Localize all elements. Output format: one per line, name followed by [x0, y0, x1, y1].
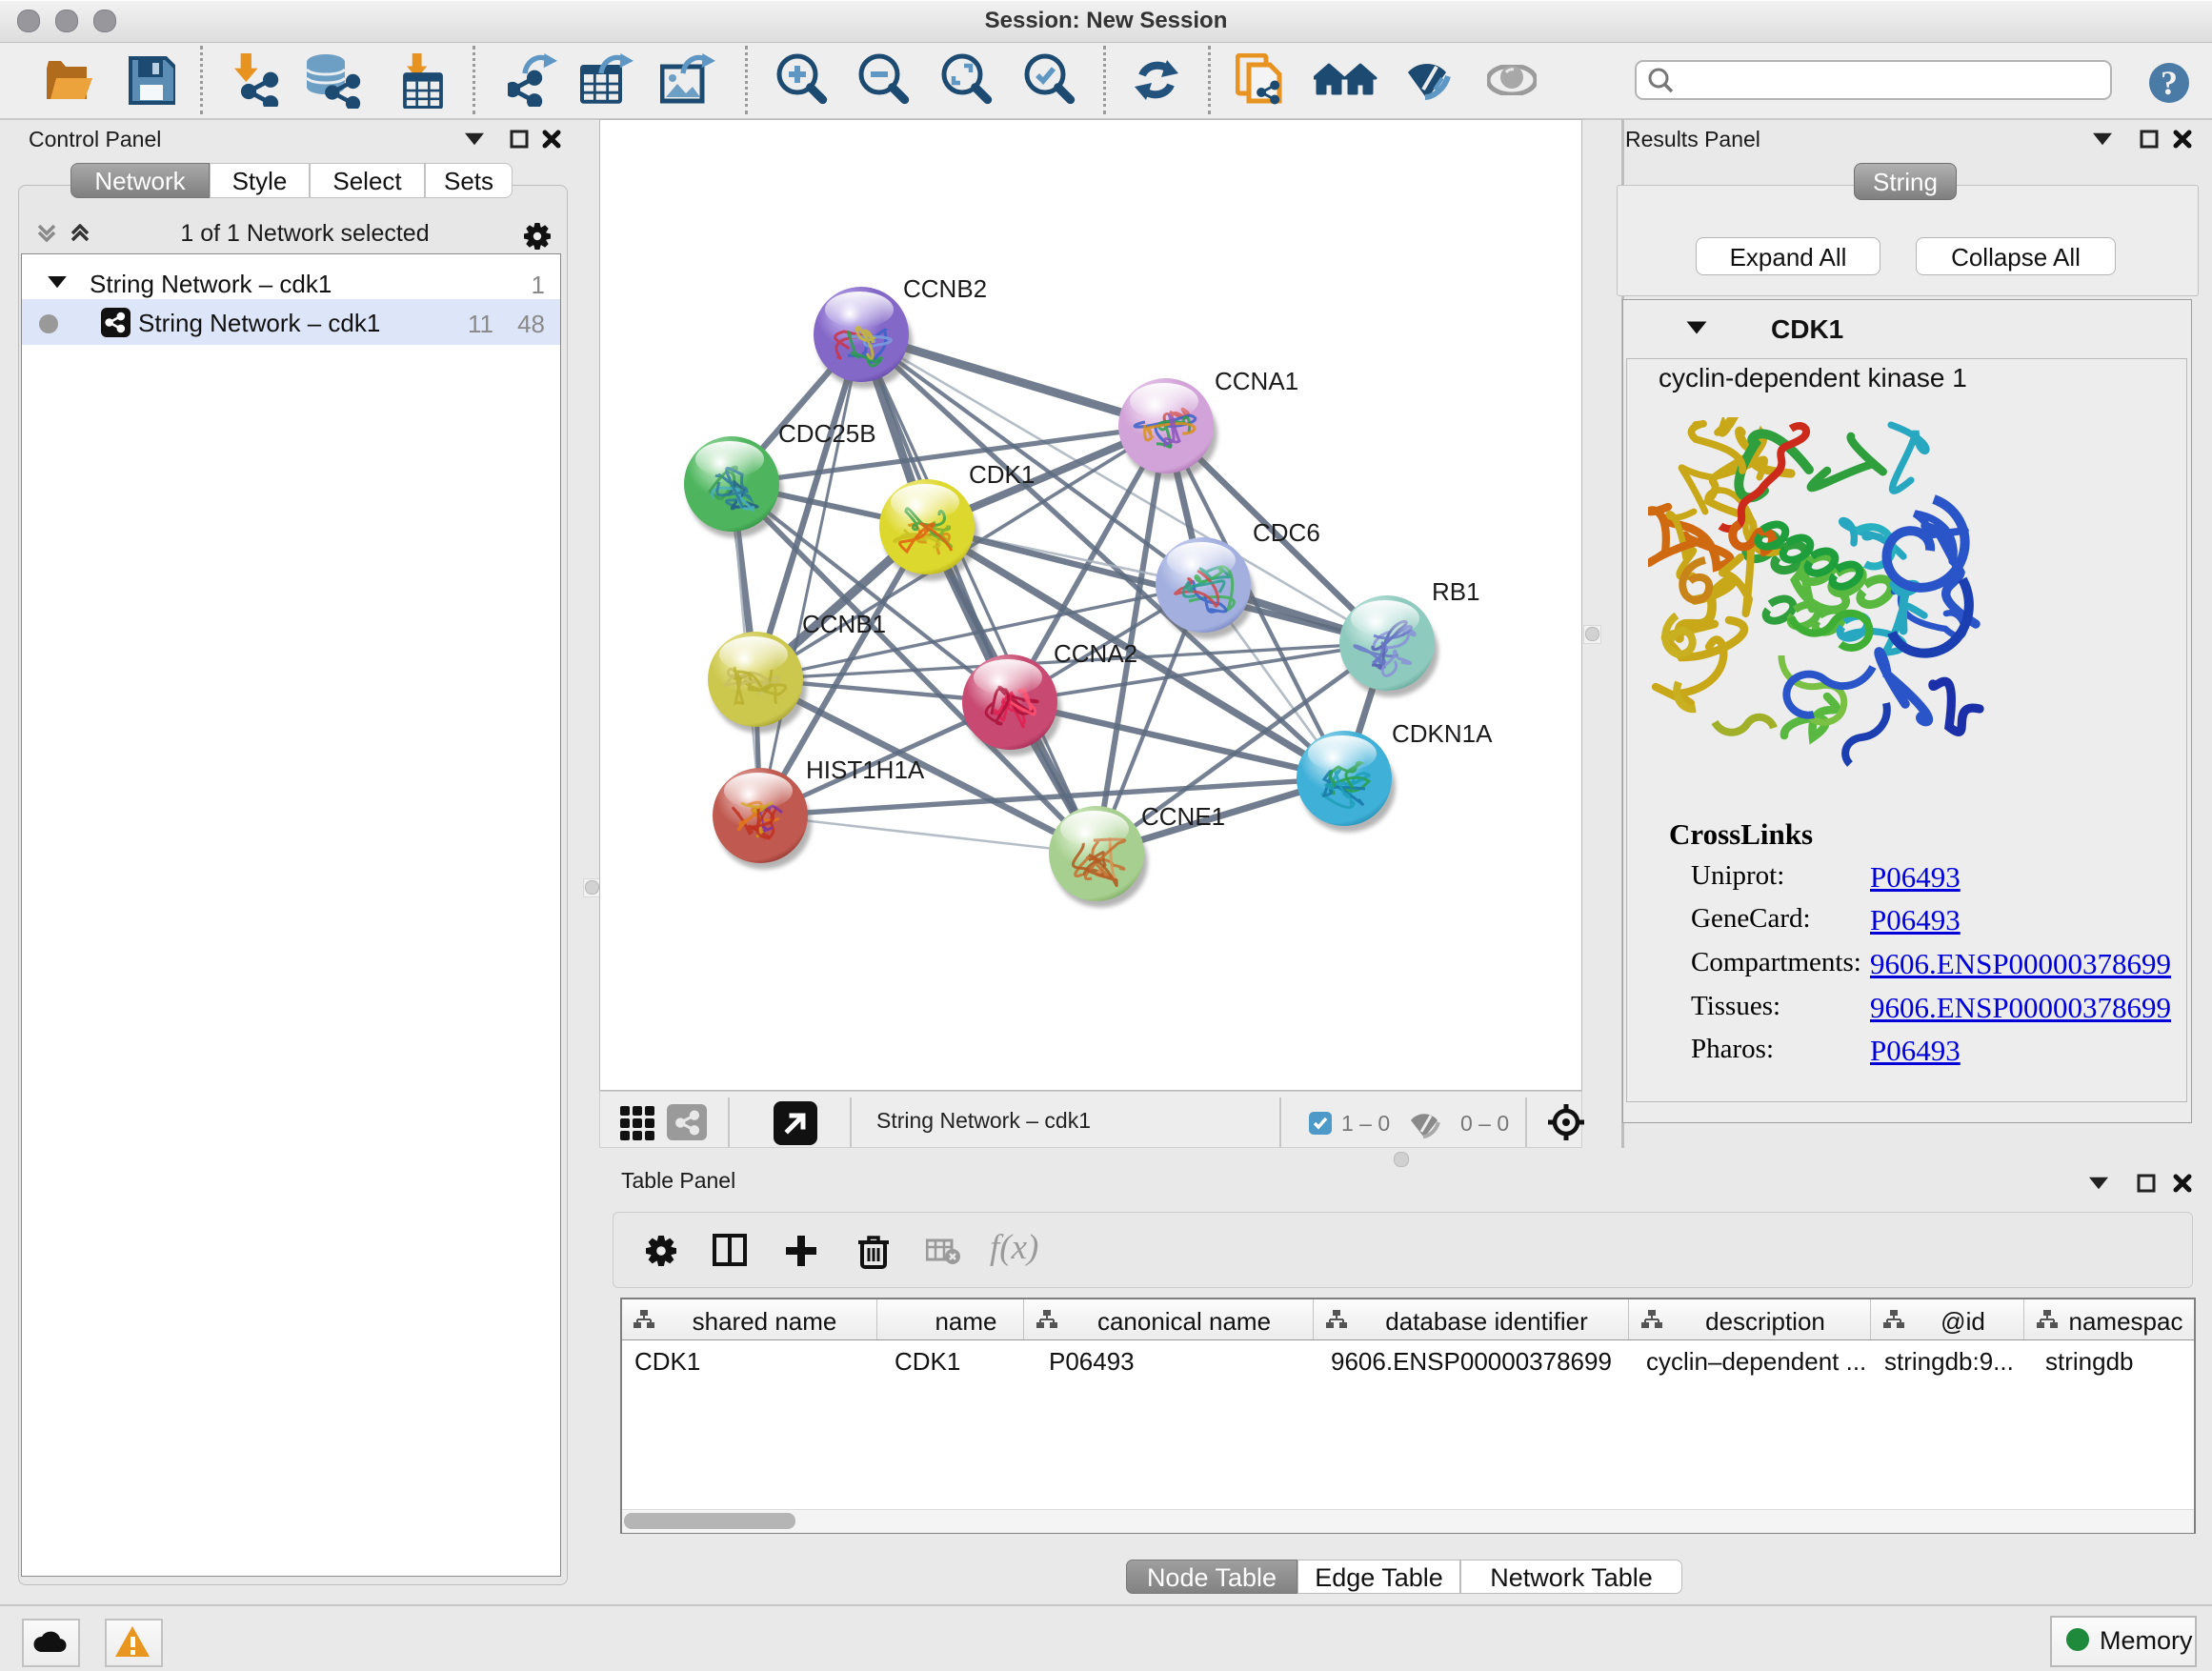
svg-text:CCNA2: CCNA2: [1054, 639, 1137, 668]
svg-text:CDC6: CDC6: [1253, 518, 1320, 547]
svg-text:HIST1H1A: HIST1H1A: [806, 755, 925, 784]
svg-text:CCNA1: CCNA1: [1215, 367, 1298, 395]
svg-text:RB1: RB1: [1432, 577, 1480, 606]
svg-text:CCNB1: CCNB1: [802, 610, 886, 638]
svg-text:CDK1: CDK1: [969, 460, 1035, 489]
svg-text:CDC25B: CDC25B: [778, 419, 876, 448]
svg-text:CCNE1: CCNE1: [1141, 802, 1225, 831]
svg-text:CDKN1A: CDKN1A: [1392, 719, 1493, 748]
svg-text:CCNB2: CCNB2: [903, 274, 987, 303]
